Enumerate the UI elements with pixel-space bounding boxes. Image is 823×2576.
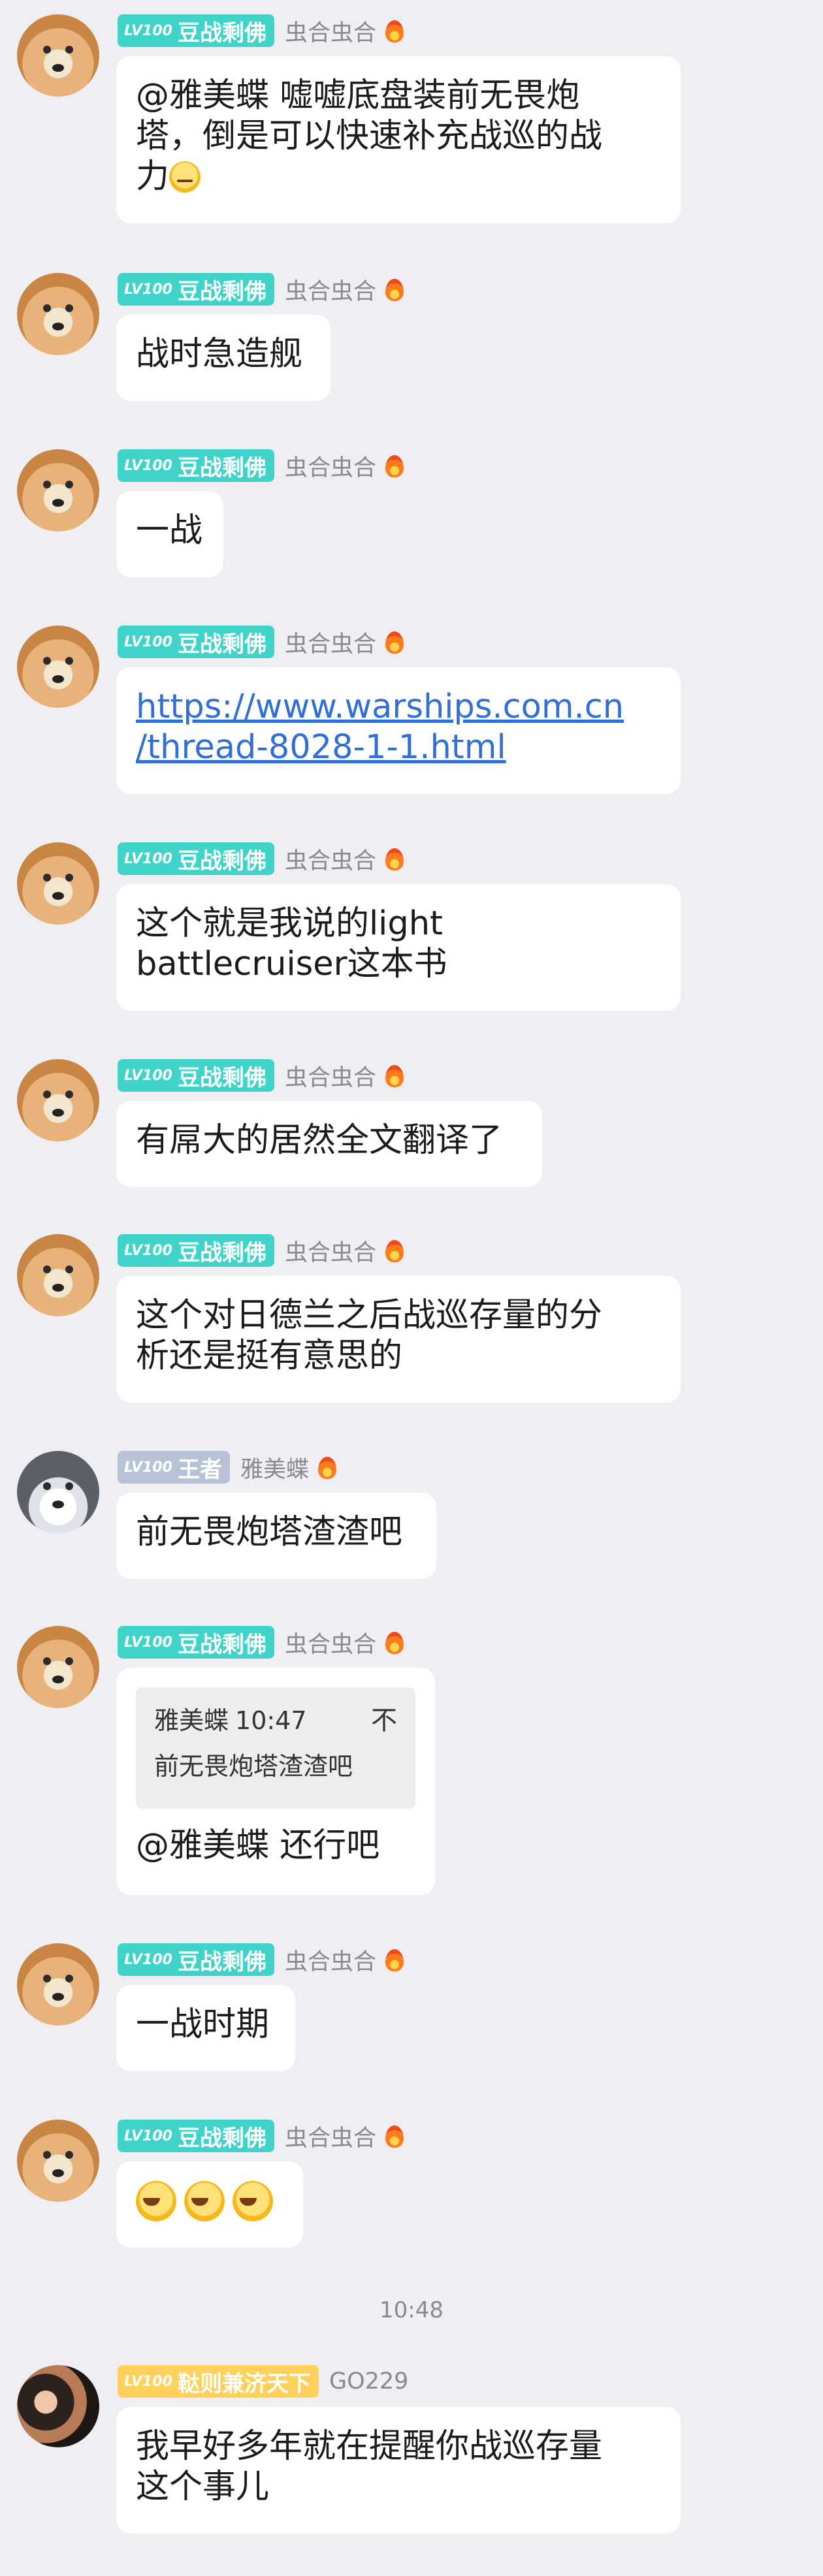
fire-icon	[384, 2123, 405, 2149]
message-link[interactable]: /thread-8028-1-1.html	[136, 727, 661, 768]
sender-meta: LV100 豆战剩佛 虫合虫合	[118, 14, 405, 47]
message-bubble[interactable]: 这个对日德兰之后战巡存量的分 析还是挺有意思的	[116, 1276, 681, 1403]
sender-nickname[interactable]: 雅美蝶	[240, 1451, 309, 1484]
avatar[interactable]	[17, 449, 99, 532]
quote-collapse-button[interactable]: 不	[371, 1698, 397, 1743]
sender-nickname[interactable]: 虫合虫合	[285, 1626, 376, 1659]
fire-icon	[384, 18, 405, 44]
quoted-message[interactable]: 雅美蝶 10:47 不 前无畏炮塔渣渣吧	[136, 1687, 415, 1809]
sender-meta: LV100 豆战剩佛 虫合虫合	[118, 1943, 405, 1976]
fire-icon	[384, 1062, 405, 1089]
grin-emoji-icon	[184, 2181, 225, 2221]
message-bubble[interactable]: 前无畏炮塔渣渣吧	[116, 1493, 436, 1579]
level-badge: LV100 豆战剩佛	[118, 842, 274, 875]
sender-meta: LV100 豆战剩佛 虫合虫合	[118, 1626, 405, 1659]
message-bubble[interactable]: 我早好多年就在提醒你战巡存量 这个事儿	[116, 2407, 681, 2534]
sender-meta: LV100 豆战剩佛 虫合虫合	[118, 273, 405, 306]
level-badge: LV100 豆战剩佛	[118, 273, 274, 306]
level-badge: LV100 鞑则兼济天下	[118, 2365, 319, 2398]
chat-timestamp: 10:48	[379, 2297, 444, 2323]
sender-nickname[interactable]: 虫合虫合	[285, 2120, 376, 2153]
sender-meta: LV100 豆战剩佛 虫合虫合	[118, 1234, 405, 1267]
message-bubble[interactable]: 一战时期	[116, 1985, 295, 2071]
avatar[interactable]	[17, 1234, 99, 1316]
sender-nickname[interactable]: 虫合虫合	[285, 449, 376, 483]
fire-icon	[384, 453, 405, 479]
level-badge: LV100 豆战剩佛	[118, 1943, 274, 1976]
avatar[interactable]	[17, 1626, 99, 1708]
fire-icon	[384, 629, 405, 655]
level-badge: LV100 豆战剩佛	[118, 626, 274, 658]
sender-nickname[interactable]: 虫合虫合	[285, 1234, 376, 1267]
sender-nickname[interactable]: 虫合虫合	[285, 14, 376, 48]
sender-nickname[interactable]: 虫合虫合	[285, 1943, 376, 1977]
sender-nickname[interactable]: 虫合虫合	[285, 273, 376, 306]
fire-icon	[384, 1629, 405, 1655]
avatar[interactable]	[17, 1943, 99, 2026]
message-bubble[interactable]: 雅美蝶 10:47 不 前无畏炮塔渣渣吧 @雅美蝶 还行吧	[116, 1668, 435, 1895]
avatar[interactable]	[17, 273, 99, 355]
sender-meta: LV100 王者 雅美蝶	[118, 1451, 338, 1484]
sender-nickname[interactable]: 虫合虫合	[285, 626, 376, 659]
level-badge: LV100 豆战剩佛	[118, 1626, 274, 1659]
sender-nickname[interactable]: 虫合虫合	[285, 1059, 376, 1092]
message-bubble[interactable]: @雅美蝶 嘘嘘底盘装前无畏炮 塔，倒是可以快速补充战巡的战 力	[116, 56, 681, 223]
level-badge: LV100 豆战剩佛	[118, 449, 274, 482]
sender-meta: LV100 豆战剩佛 虫合虫合	[118, 626, 405, 658]
avatar[interactable]	[17, 1451, 99, 1533]
message-bubble[interactable]: https://www.warships.com.cn /thread-8028…	[116, 667, 681, 794]
fire-icon	[384, 276, 405, 302]
message-bubble[interactable]: 有屌大的居然全文翻译了	[116, 1101, 542, 1187]
level-badge: LV100 豆战剩佛	[118, 2120, 274, 2152]
avatar[interactable]	[17, 2120, 99, 2202]
fire-icon	[384, 1237, 405, 1264]
avatar[interactable]	[17, 14, 99, 97]
fire-icon	[317, 1454, 338, 1480]
sender-meta: LV100 豆战剩佛 虫合虫合	[118, 2120, 405, 2152]
avatar[interactable]	[17, 2365, 99, 2447]
message-bubble[interactable]: 战时急造舰	[116, 315, 331, 401]
grin-emoji-icon	[136, 2181, 176, 2221]
sender-meta: LV100 豆战剩佛 虫合虫合	[118, 842, 405, 875]
message-link[interactable]: https://www.warships.com.cn	[136, 687, 661, 727]
sender-meta: LV100 豆战剩佛 虫合虫合	[118, 449, 405, 482]
avatar[interactable]	[17, 1059, 99, 1141]
level-badge: LV100 豆战剩佛	[118, 14, 274, 47]
grin-emoji-icon	[233, 2181, 273, 2221]
smirk-emoji-icon	[169, 161, 201, 193]
fire-icon	[384, 846, 405, 872]
fire-icon	[384, 1947, 405, 1973]
sender-nickname[interactable]: 虫合虫合	[285, 842, 376, 876]
level-badge: LV100 豆战剩佛	[118, 1234, 274, 1267]
message-bubble[interactable]	[116, 2161, 303, 2248]
message-bubble[interactable]: 这个就是我说的light battlecruiser这本书	[116, 884, 681, 1011]
level-badge: LV100 豆战剩佛	[118, 1059, 274, 1092]
message-bubble[interactable]: 一战	[116, 491, 223, 577]
avatar[interactable]	[17, 626, 99, 708]
sender-nickname[interactable]: GO229	[329, 2368, 408, 2394]
avatar[interactable]	[17, 842, 99, 925]
sender-meta: LV100 豆战剩佛 虫合虫合	[118, 1059, 405, 1092]
sender-meta: LV100 鞑则兼济天下 GO229	[118, 2365, 408, 2398]
level-badge: LV100 王者	[118, 1451, 230, 1484]
